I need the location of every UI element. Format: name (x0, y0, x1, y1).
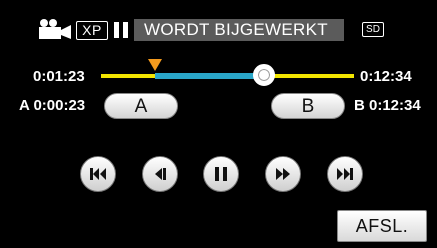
sd-card-icon: SD (362, 22, 384, 37)
pause-button[interactable] (203, 156, 239, 192)
current-time: 0:01:23 (33, 68, 85, 85)
frame-back-icon (155, 168, 166, 180)
point-b-time: B 0:12:34 (354, 97, 421, 114)
fast-forward-icon (276, 168, 290, 180)
skip-next-button[interactable] (327, 156, 363, 192)
slider-knob-icon[interactable] (253, 64, 275, 86)
skip-previous-icon (90, 168, 106, 180)
pause-icon (215, 167, 227, 181)
skip-previous-button[interactable] (80, 156, 116, 192)
timeline-selection (155, 73, 264, 79)
quality-badge: XP (76, 21, 108, 40)
frame-back-button[interactable] (142, 156, 178, 192)
set-b-button[interactable]: B (271, 93, 345, 119)
status-text: WORDT BIJGEWERKT (134, 19, 344, 41)
point-a-time: A 0:00:23 (19, 97, 86, 114)
total-time: 0:12:34 (360, 68, 412, 85)
set-a-button[interactable]: A (104, 93, 178, 119)
fast-forward-button[interactable] (265, 156, 301, 192)
skip-next-icon (337, 168, 353, 180)
video-camera-icon (38, 18, 72, 40)
pause-icon (113, 22, 129, 38)
exit-button[interactable]: AFSL. (337, 210, 427, 242)
playhead-marker-icon (148, 58, 162, 71)
